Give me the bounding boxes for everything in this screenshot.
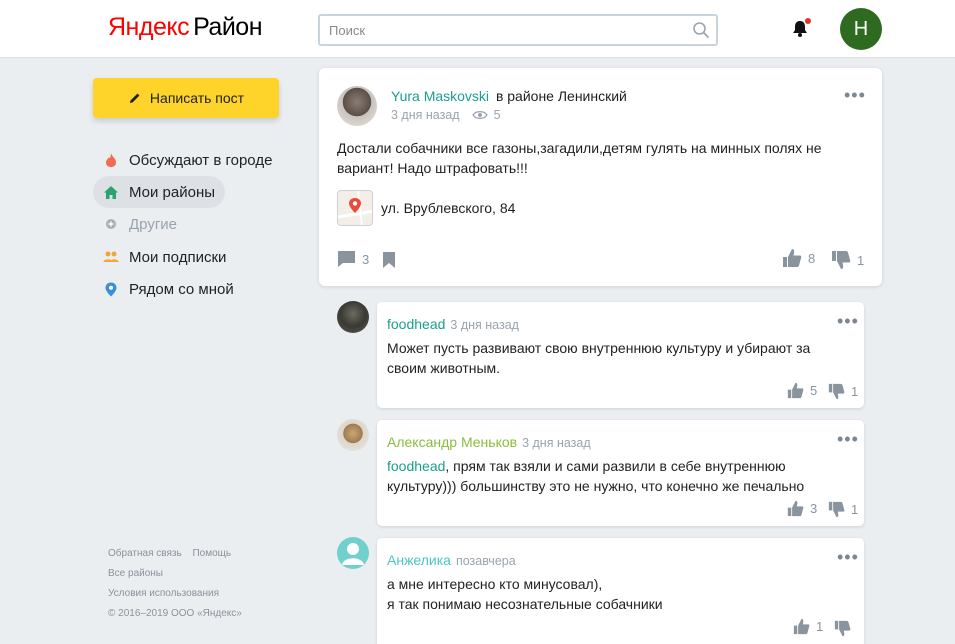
comment-time: позавчера <box>455 554 516 568</box>
map-thumbnail[interactable] <box>337 190 373 226</box>
comment-icon <box>338 251 355 267</box>
thumbs-down-icon <box>832 251 851 269</box>
comment-like-button[interactable]: 5 <box>787 382 817 399</box>
bookmark-icon[interactable] <box>382 251 396 269</box>
post-address[interactable]: ул. Врублевского, 84 <box>381 200 515 216</box>
thumbs-up-icon <box>793 618 810 635</box>
comment-dislikes-count: 1 <box>851 384 859 399</box>
comment-author-name[interactable]: foodhead <box>387 316 445 332</box>
comment-time: 3 дня назад <box>522 436 591 450</box>
search-box <box>318 14 718 46</box>
comment-more-menu-icon[interactable]: ••• <box>837 548 859 566</box>
comment-author-avatar[interactable] <box>337 419 369 451</box>
comment-mention-link[interactable]: foodhead <box>387 458 445 474</box>
post-more-menu-icon[interactable]: ••• <box>844 86 866 104</box>
post-dislike-button[interactable]: 1 <box>831 250 864 270</box>
post-like-button[interactable]: 8 <box>782 248 815 268</box>
thumbs-up-icon <box>783 249 802 267</box>
comment-body: , прям так взяли и сами развили в себе в… <box>387 458 805 494</box>
post-card: Yura Maskovski в районе Ленинский 3 дня … <box>319 68 882 286</box>
top-header: ЯндексРайон Н <box>0 0 955 58</box>
search-input[interactable] <box>320 16 680 44</box>
help-link[interactable]: Помощь <box>192 548 231 559</box>
people-icon <box>103 249 119 265</box>
user-avatar[interactable]: Н <box>840 8 882 50</box>
sidebar-item-label: Мои подписки <box>129 248 227 266</box>
comment-author-avatar[interactable] <box>337 537 369 569</box>
comment-text: foodhead, прям так взяли и сами развили … <box>387 456 847 496</box>
plus-circle-icon <box>103 216 119 232</box>
post-text: Достали собачники все газоны,загадили,де… <box>337 140 822 176</box>
comment-text: а мне интересно кто минусовал), я так по… <box>387 574 847 614</box>
sidebar-item-label: Обсуждают в городе <box>129 151 273 169</box>
comment-card: foodhead 3 дня назад ••• Может пусть разв… <box>377 302 864 408</box>
post-time: 3 дня назад <box>391 108 460 122</box>
comment-author-avatar[interactable] <box>337 301 369 333</box>
write-post-button[interactable]: Написать пост <box>93 78 279 118</box>
comment-dislike-button[interactable]: 1 <box>828 383 858 400</box>
comment-author-name[interactable]: Александр Меньков <box>387 434 517 450</box>
sidebar-item-city-discussions[interactable]: Обсуждают в городе <box>93 144 282 176</box>
sidebar-item-other[interactable]: Другие <box>93 208 187 240</box>
post-comments-count: 3 <box>362 251 370 267</box>
post-views: 5 <box>493 108 501 122</box>
thumbs-down-icon <box>828 383 845 400</box>
comment-header: foodhead 3 дня назад <box>387 316 519 332</box>
post-likes-count: 8 <box>808 250 816 266</box>
notification-bell-icon[interactable] <box>790 17 812 39</box>
eye-icon <box>471 111 488 119</box>
comment-likes-count: 3 <box>810 501 818 516</box>
thumbs-up-icon <box>787 382 804 399</box>
comment-header: Александр Меньков 3 дня назад <box>387 434 591 450</box>
post-meta: 3 дня назад 5 <box>391 108 501 122</box>
post-comments-button[interactable]: 3 <box>337 250 369 268</box>
terms-link[interactable]: Условия использования <box>108 588 219 599</box>
search-icon[interactable] <box>692 21 710 39</box>
thumbs-down-icon <box>834 620 851 637</box>
sidebar-item-label: Другие <box>129 215 178 233</box>
comment-text: Может пусть развивают свою внутреннюю ку… <box>387 340 811 376</box>
comment-more-menu-icon[interactable]: ••• <box>837 312 859 330</box>
comment-dislike-button[interactable] <box>834 620 851 637</box>
comment-card: Александр Меньков 3 дня назад ••• foodhea… <box>377 420 864 526</box>
feedback-link[interactable]: Обратная связь <box>108 548 182 559</box>
thumbs-down-icon <box>828 501 845 518</box>
comment-likes-count: 1 <box>816 619 824 634</box>
comment-dislikes-count: 1 <box>851 502 859 517</box>
sidebar-item-subscriptions[interactable]: Мои подписки <box>93 241 236 273</box>
sidebar-item-my-districts[interactable]: Мои районы <box>93 176 226 208</box>
post-author-name[interactable]: Yura Maskovski <box>391 88 489 104</box>
home-icon <box>103 184 119 200</box>
sidebar-item-nearby[interactable]: Рядом со мной <box>93 273 244 305</box>
post-dislikes-count: 1 <box>857 252 865 268</box>
comment-likes-count: 5 <box>810 383 818 398</box>
all-districts-link[interactable]: Все районы <box>108 568 163 579</box>
comment-author-name[interactable]: Анжелика <box>387 552 451 568</box>
location-pin-icon <box>103 281 119 297</box>
sidebar-item-label: Рядом со мной <box>129 280 234 298</box>
post-location: в районе Ленинский <box>495 88 627 104</box>
comment-dislike-button[interactable]: 1 <box>828 501 858 518</box>
comment-text-line: а мне интересно кто минусовал), <box>387 576 603 592</box>
comment-text-line: я так понимаю несознательные собачники <box>387 596 663 612</box>
comment-time: 3 дня назад <box>450 318 519 332</box>
fire-icon <box>103 152 119 168</box>
default-user-icon <box>342 543 364 565</box>
comment-like-button[interactable]: 1 <box>793 618 823 635</box>
comment-card: Анжелика позавчера ••• а мне интересно кт… <box>377 538 864 644</box>
footer-row-1: Обратная связь Помощь <box>108 548 231 559</box>
yandex-rayon-logo[interactable]: Яндекс Район <box>108 12 263 42</box>
copyright-text: © 2016–2019 ООО «Яндекс» <box>108 608 242 619</box>
comment-more-menu-icon[interactable]: ••• <box>837 430 859 448</box>
logo-yandex-text: Яндекс <box>108 13 190 41</box>
comment-header: Анжелика позавчера <box>387 552 516 568</box>
write-post-label: Написать пост <box>149 90 245 106</box>
sidebar-item-label: Мои районы <box>129 183 216 201</box>
pencil-icon <box>129 93 140 103</box>
logo-rayon-text: Район <box>193 13 263 41</box>
post-author-line: Yura Maskovski в районе Ленинский <box>391 88 627 104</box>
thumbs-up-icon <box>787 500 804 517</box>
post-author-avatar[interactable] <box>337 86 377 126</box>
comment-like-button[interactable]: 3 <box>787 500 817 517</box>
